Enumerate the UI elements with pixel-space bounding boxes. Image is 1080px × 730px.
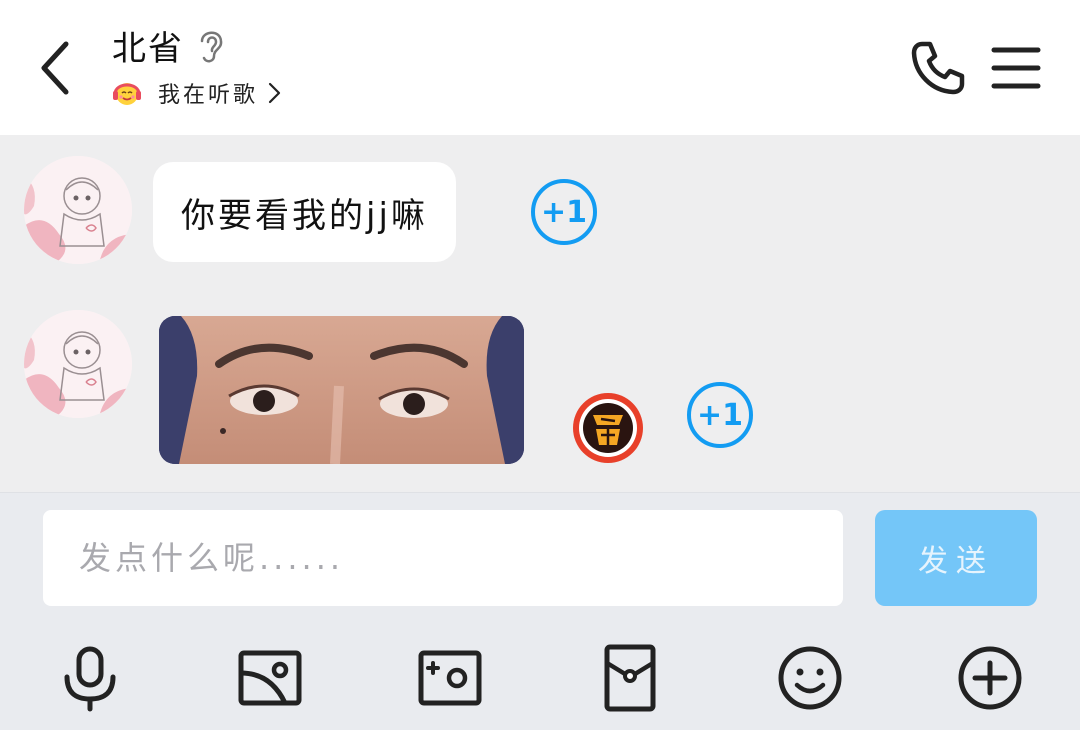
chat-header: 北省 我在听歌 <box>0 0 1080 135</box>
image-icon <box>238 650 302 706</box>
gallery-button[interactable] <box>235 643 305 713</box>
image-message[interactable] <box>159 316 524 464</box>
message-input[interactable] <box>43 510 843 606</box>
add-icon <box>958 646 1022 710</box>
contact-info[interactable]: 北省 我在听歌 <box>112 22 282 110</box>
camera-icon <box>418 650 482 706</box>
ear-icon <box>194 25 228 65</box>
red-packet-icon <box>604 644 656 712</box>
plus-one-button[interactable]: +1 <box>687 382 753 448</box>
camera-button[interactable] <box>415 643 485 713</box>
back-arrow-icon <box>41 41 69 95</box>
avatar[interactable] <box>24 310 132 418</box>
more-button[interactable] <box>955 643 1025 713</box>
hamburger-menu-icon <box>991 47 1041 89</box>
message-bubble[interactable]: 你要看我的jj嘛 <box>153 162 456 262</box>
phone-icon <box>911 41 965 95</box>
menu-button[interactable] <box>990 42 1042 94</box>
voice-button[interactable] <box>55 643 125 713</box>
red-packet-button[interactable] <box>595 643 665 713</box>
composer: 发送 <box>0 492 1080 730</box>
send-button[interactable]: 发送 <box>875 510 1037 606</box>
chat-messages[interactable]: 你要看我的jj嘛 +1 +1 <box>0 135 1080 492</box>
microphone-icon <box>64 646 116 712</box>
status-text: 我在听歌 <box>158 83 259 108</box>
plus-one-button[interactable]: +1 <box>531 179 597 245</box>
call-button[interactable] <box>908 38 968 98</box>
listening-status[interactable]: 我在听歌 <box>112 76 282 110</box>
emoji-icon <box>778 646 842 710</box>
message-text: 你要看我的jj嘛 <box>181 195 428 236</box>
chevron-right-icon <box>266 81 282 105</box>
angry-sticker-icon[interactable] <box>571 391 645 465</box>
back-button[interactable] <box>30 38 78 98</box>
emoji-button[interactable] <box>775 643 845 713</box>
avatar[interactable] <box>24 156 132 264</box>
headphones-smile-emoji-icon <box>112 78 142 108</box>
contact-name: 北省 <box>112 28 184 69</box>
